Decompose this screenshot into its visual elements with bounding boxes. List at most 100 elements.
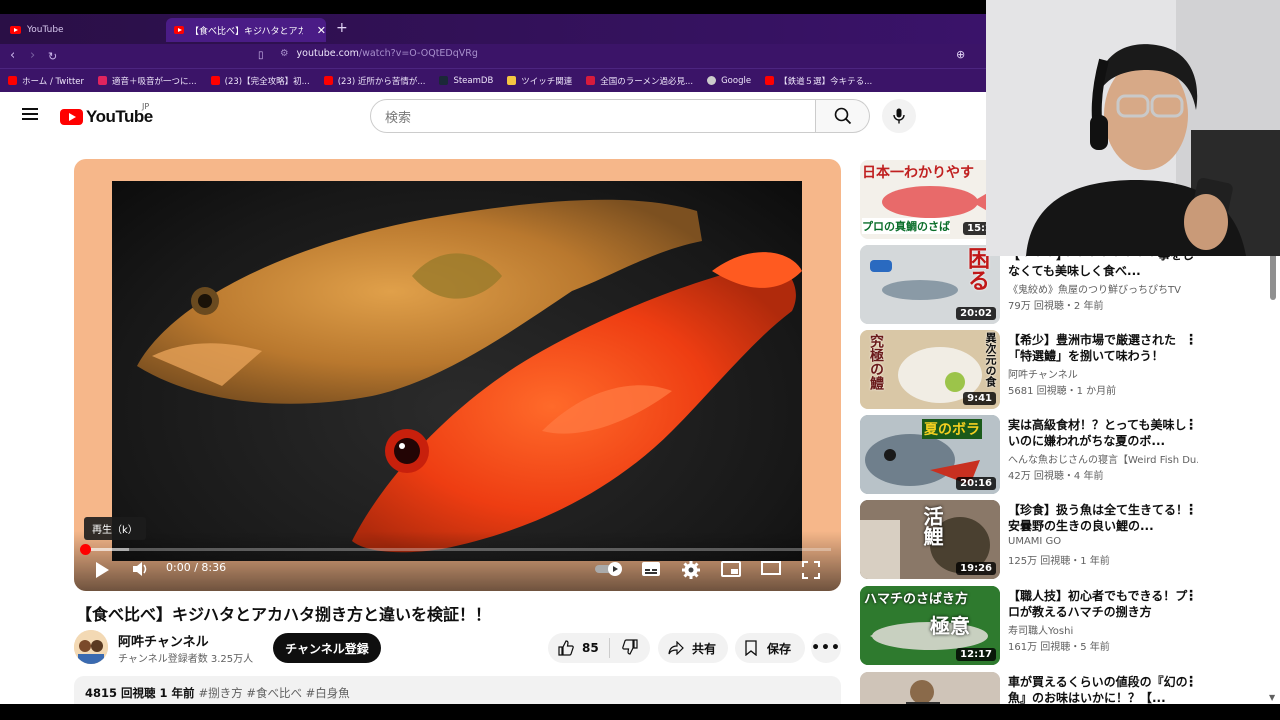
new-tab-button[interactable]: +	[336, 20, 348, 36]
tab-active-video[interactable]: 【食べ比べ】キジハタとアカハタ捌き方 ✕	[166, 18, 326, 42]
bookmark-item[interactable]: 【鉄道５選】今キテる...	[765, 75, 872, 87]
like-button[interactable]: 85	[548, 638, 610, 658]
bookmark-item[interactable]: ホーム / Twitter	[8, 75, 84, 87]
forward-icon[interactable]: ›	[30, 48, 35, 63]
voice-search-button[interactable]	[882, 99, 916, 133]
recommendation-meta: 79万 回視聴・2 年前	[1008, 301, 1104, 312]
video-duration: 9:41	[963, 392, 996, 405]
more-vertical-icon[interactable]: ⋮	[1184, 332, 1198, 348]
bookmark-folder[interactable]: ツイッチ関連	[507, 75, 572, 87]
progress-bar[interactable]	[80, 544, 831, 555]
recommendation-thumbnail[interactable]: 日本一わかりやす プロの真鯛のさば 15:2	[860, 160, 1000, 239]
search-button[interactable]	[816, 99, 870, 133]
bookmark-item[interactable]: (23) 近所から苦情が...	[323, 75, 425, 87]
google-icon	[707, 76, 717, 85]
thumbnail-text: 異次元の食	[984, 332, 997, 387]
recommendation-item[interactable]: ハマチのさばき方 極意 12:17 【職人技】初心者でもできる！プロが教えるハマ…	[860, 586, 1270, 666]
like-count: 85	[582, 641, 599, 655]
scrubber-handle[interactable]	[80, 544, 91, 555]
hashtags[interactable]: #捌き方 #食べ比べ #白身魚	[199, 686, 350, 700]
video-player[interactable]: 再生（k） 0:00 / 8:36	[74, 159, 841, 591]
channel-avatar-image	[74, 630, 108, 664]
recommendation-title[interactable]: 【希少】豊洲市場で厳選された「特選鱧」を捌いて味わう！	[1008, 332, 1198, 364]
autoplay-icon	[595, 562, 622, 576]
recommendation-channel[interactable]: 寿司職人Yoshi	[1008, 622, 1198, 637]
folder-icon	[507, 76, 517, 85]
description-box[interactable]: 4815 回視聴 1 年前 #捌き方 #食べ比べ #白身魚	[74, 676, 841, 704]
site-info-icon[interactable]: ⚙	[280, 48, 289, 59]
bookmark-item[interactable]: (23)【完全攻略】初...	[210, 75, 310, 87]
recommendation-thumbnail[interactable]	[860, 672, 1000, 704]
webcam-person-image	[986, 0, 1280, 256]
fullscreen-icon	[802, 561, 820, 579]
bookmark-item[interactable]: 適音＋吸音が一つに...	[98, 75, 197, 87]
tab-youtube[interactable]: YouTube	[2, 18, 162, 42]
bookmark-item[interactable]: SteamDB	[439, 76, 493, 86]
more-vertical-icon[interactable]: ⋮	[1184, 417, 1198, 433]
recommendation-channel[interactable]: UMAMI GO	[1008, 536, 1198, 547]
recommendation-title[interactable]: 【珍食】扱う魚は全て生きてる！安曇野の生きの良い鯉の...	[1008, 502, 1198, 534]
search-icon	[834, 107, 851, 125]
more-vertical-icon[interactable]: ⋮	[1184, 588, 1198, 604]
youtube-play-icon	[60, 109, 83, 125]
share-button[interactable]: 共有	[658, 633, 728, 663]
reload-icon[interactable]: ↻	[48, 50, 57, 63]
search-input[interactable]: 検索	[370, 99, 816, 133]
recommendation-thumbnail[interactable]: 夏のボラ 20:16	[860, 415, 1000, 494]
bookmark-item[interactable]: Google	[707, 76, 751, 86]
bookmark-favicon-icon	[586, 76, 596, 85]
recommendation-title[interactable]: 車が買えるくらいの値段の『幻の魚』のお味はいかに！？【...	[1008, 674, 1198, 704]
theater-mode-button[interactable]	[761, 561, 781, 575]
youtube-logo[interactable]: YouTube JP	[60, 102, 153, 127]
bookmark-favicon-icon	[439, 76, 449, 85]
fullscreen-button[interactable]	[802, 561, 820, 579]
video-duration: 12:17	[956, 648, 996, 661]
recommendation-item[interactable]: 究極の鱧 異次元の食 9:41 【希少】豊洲市場で厳選された「特選鱧」を捌いて味…	[860, 330, 1270, 410]
channel-name[interactable]: 阿吽チャンネル	[118, 631, 209, 650]
more-horizontal-icon: •••	[811, 640, 841, 656]
bookmark-icon[interactable]: ▯	[258, 50, 264, 61]
subtitles-button[interactable]	[641, 561, 661, 577]
video-duration: 20:02	[956, 307, 996, 320]
recommendation-item[interactable]: 活鯉 19:26 【珍食】扱う魚は全て生きてる！安曇野の生きの良い鯉の... U…	[860, 500, 1270, 580]
volume-button[interactable]	[132, 561, 150, 577]
play-button[interactable]	[94, 561, 110, 579]
recommendation-item[interactable]: 夏のボラ 20:16 実は高級食材！？とっても美味しいのに嫌われがちな夏のボ..…	[860, 415, 1270, 495]
thumbnail-text: プロの真鯛のさば	[862, 218, 950, 234]
recommendation-title[interactable]: 【職人技】初心者でもできる！プロが教えるハマチの捌き方	[1008, 588, 1198, 620]
recommendation-channel[interactable]: 阿吽チャンネル	[1008, 366, 1198, 381]
address-bar[interactable]: ⚙ youtube.com/watch?v=O-OQtEDqVRg	[280, 48, 478, 59]
recommendation-thumbnail[interactable]: ハマチのさばき方 極意 12:17	[860, 586, 1000, 665]
save-button[interactable]: 保存	[735, 633, 805, 663]
more-vertical-icon[interactable]: ⋮	[1184, 502, 1198, 518]
recommendation-thumbnail[interactable]: 活鯉 19:26	[860, 500, 1000, 579]
zoom-icon[interactable]: ⊕	[956, 48, 965, 61]
close-tab-icon[interactable]: ✕	[317, 24, 326, 37]
settings-button[interactable]	[682, 561, 700, 579]
channel-avatar[interactable]	[74, 630, 108, 664]
recommendation-item[interactable]: 車が買えるくらいの値段の『幻の魚』のお味はいかに！？【... ⋮	[860, 672, 1270, 704]
share-label: 共有	[692, 641, 717, 656]
subscribe-button[interactable]: チャンネル登録	[273, 633, 381, 663]
recommendation-item[interactable]: 困る 20:02 【・・・】・・・・・・・・事をしなくても美味しく食べ... 《…	[860, 245, 1270, 325]
recommendation-channel[interactable]: へんな魚おじさんの寝言【Weird Fish Du...	[1008, 451, 1198, 466]
page-scrollbar[interactable]	[1270, 252, 1276, 300]
video-duration: 20:16	[956, 477, 996, 490]
menu-icon[interactable]	[22, 108, 38, 120]
autoplay-toggle[interactable]	[594, 561, 624, 577]
miniplayer-button[interactable]	[721, 561, 741, 577]
more-vertical-icon[interactable]: ⋮	[1184, 674, 1198, 690]
scroll-down-icon[interactable]: ▼	[1269, 693, 1275, 702]
views-and-age: 4815 回視聴 1 年前	[85, 686, 195, 700]
recommendation-thumbnail[interactable]: 困る 20:02	[860, 245, 1000, 324]
recommendation-title[interactable]: 実は高級食材！？とっても美味しいのに嫌われがちな夏のボ...	[1008, 417, 1198, 449]
recommendation-thumbnail[interactable]: 究極の鱧 異次元の食 9:41	[860, 330, 1000, 409]
bookmark-item[interactable]: 全国のラーメン過必見...	[586, 75, 693, 87]
recommendation-channel[interactable]: 《鬼絞め》魚屋のつり鮮びっちぴちTV	[1008, 281, 1198, 296]
back-icon[interactable]: ‹	[10, 48, 15, 63]
dislike-button[interactable]	[610, 638, 638, 658]
more-actions-button[interactable]: •••	[811, 633, 841, 663]
url-path: /watch?v=O-OQtEDqVRg	[358, 48, 478, 59]
bookmark-favicon-icon	[765, 76, 775, 85]
tab-label: YouTube	[27, 25, 64, 35]
